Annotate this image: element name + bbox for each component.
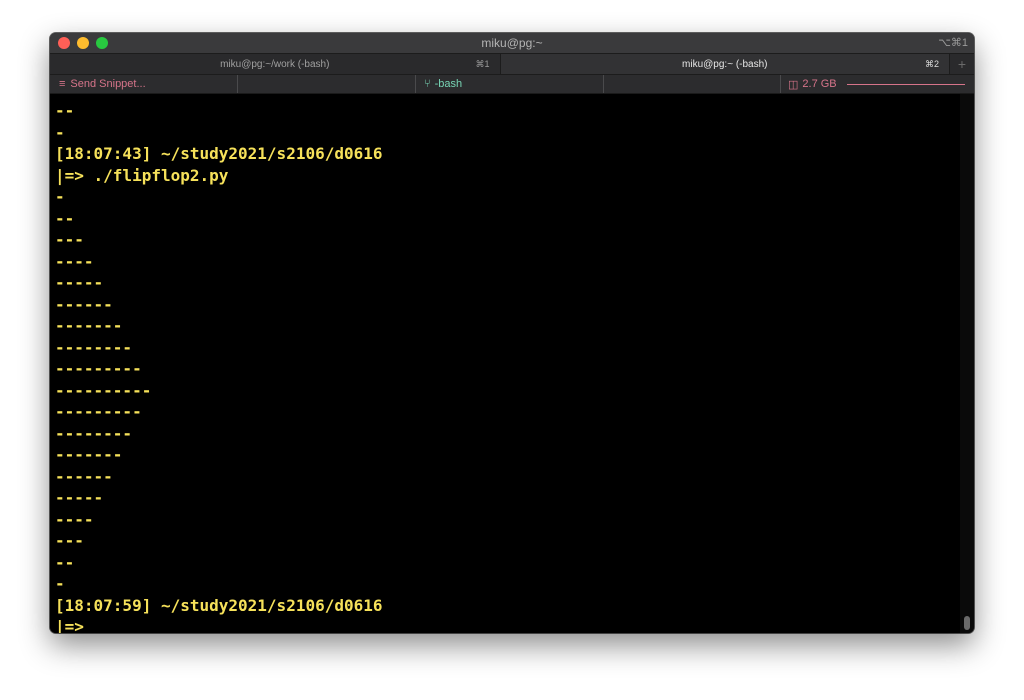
terminal-line: ------- [55,316,123,335]
terminal-line: -------- [55,337,133,357]
menu-icon: ≡ [59,78,66,90]
terminal-line: ---- [55,251,94,271]
terminal-line: --- [55,230,84,249]
terminal-line: ----- [55,488,104,507]
terminal-line: -- [55,552,75,572]
terminal-line: --------- [55,359,142,378]
job-name-label: -bash [434,78,463,90]
scrollbar-thumb[interactable] [964,616,970,630]
terminal-line: ----- [55,273,104,292]
terminal-line: --- [55,531,84,550]
window-controls [58,37,108,49]
status-segment-empty [238,75,416,93]
terminal-window: miku@pg:~ ⌥⌘1 miku@pg:~/work (-bash) ⌘1 … [50,33,974,633]
terminal-line: |=> ./flipflop2.py [55,165,229,185]
memory-label: 2.7 GB [802,78,837,90]
terminal-line: ---- [55,509,94,529]
tab-work-bash[interactable]: miku@pg:~/work (-bash) ⌘1 [50,54,500,74]
window-title: miku@pg:~ [481,36,543,50]
terminal-line: - [55,574,65,593]
status-segment-empty [604,75,781,93]
terminal-line: ------- [55,445,123,464]
new-tab-button[interactable]: + [949,54,974,74]
memory-usage-component[interactable]: ◫ 2.7 GB [781,75,974,93]
terminal-output[interactable]: -- - [18:07:43] ~/study2021/s2106/d0616 |=>… [50,94,960,633]
minimize-button[interactable] [77,37,89,49]
terminal-line: [18:07:43] ~/study2021/s2106/d0616 [55,144,383,163]
terminal-line: -------- [55,423,133,443]
terminal-line: ---------- [55,380,152,400]
terminal-line: -- [55,208,75,228]
zoom-button[interactable] [96,37,108,49]
close-button[interactable] [58,37,70,49]
terminal-line: |=> [55,617,84,633]
branch-icon: ⑂ [424,78,431,90]
terminal-line: ------ [55,466,113,486]
tab-label: miku@pg:~/work (-bash) [220,58,330,70]
title-bar[interactable]: miku@pg:~ ⌥⌘1 [50,33,974,53]
tab-shortcut: ⌘1 [475,59,490,69]
terminal-line: [18:07:59] ~/study2021/s2106/d0616 [55,595,383,615]
terminal-line: -- [55,101,75,120]
tab-label: miku@pg:~ (-bash) [682,58,768,70]
scrollbar[interactable] [960,94,974,633]
terminal-line: ------ [55,294,113,314]
terminal-line: --------- [55,402,142,421]
job-name-component[interactable]: ⑂ -bash [416,75,604,93]
memory-graph [846,83,965,85]
tab-home-bash[interactable]: miku@pg:~ (-bash) ⌘2 [499,54,950,74]
tab-shortcut: ⌘2 [925,59,940,69]
terminal-line: - [55,122,65,142]
send-snippet-button[interactable]: ≡ Send Snippet... [50,75,238,93]
tab-bar: miku@pg:~/work (-bash) ⌘1 miku@pg:~ (-ba… [50,53,974,75]
send-snippet-label: Send Snippet... [70,78,146,90]
terminal-line: - [55,187,65,206]
window-shortcut: ⌥⌘1 [938,37,968,49]
memory-icon: ◫ [788,78,799,91]
status-bar: ≡ Send Snippet... ⑂ -bash ◫ 2.7 GB [50,75,974,94]
